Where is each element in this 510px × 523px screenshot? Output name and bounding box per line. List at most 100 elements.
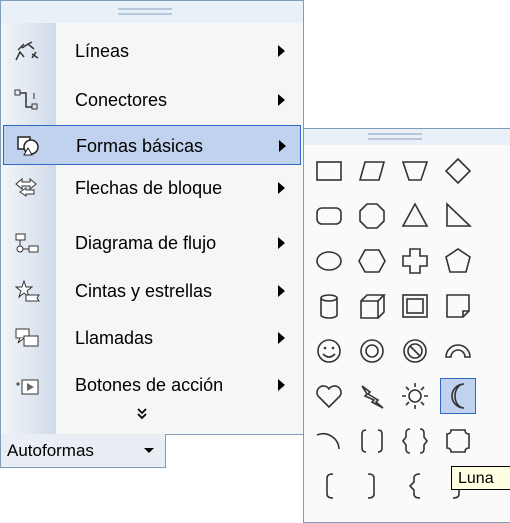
- left-brace-shape-button[interactable]: [397, 468, 433, 504]
- menu-item-label: Diagrama de flujo: [75, 233, 217, 253]
- menu-item-label: Líneas: [75, 41, 130, 61]
- left-brace-icon: [408, 473, 421, 499]
- menu-item-connectors[interactable]: Conectores: [1, 80, 303, 120]
- rectangle-icon: [316, 161, 342, 181]
- oval-shape-button[interactable]: [311, 243, 347, 279]
- expand-chevron-icon[interactable]: [136, 408, 148, 422]
- no-symbol-shape-button[interactable]: [397, 333, 433, 369]
- octagon-shape-button[interactable]: [354, 198, 390, 234]
- submenu-arrow-icon: [278, 237, 285, 249]
- menu-item-label: Formas básicas: [76, 136, 204, 156]
- smiley-face-shape-button[interactable]: [311, 333, 347, 369]
- submenu-arrow-icon: [278, 45, 285, 57]
- rectangle-shape-button[interactable]: [311, 153, 347, 189]
- parallelogram-shape-button[interactable]: [354, 153, 390, 189]
- autoshapes-toolbar-button[interactable]: Autoformas: [0, 434, 166, 468]
- can-shape-button[interactable]: [311, 288, 347, 324]
- basic-shapes-palette: [303, 128, 510, 523]
- lightning-bolt-icon: [361, 385, 384, 409]
- menu-item-callouts[interactable]: Llamadas: [1, 318, 303, 358]
- oval-icon: [316, 251, 342, 271]
- trapezoid-shape-button[interactable]: [397, 153, 433, 189]
- menu-item-label: Conectores: [75, 90, 168, 110]
- menu-item-block-arrows[interactable]: Flechas de bloque: [1, 168, 303, 208]
- right-triangle-shape-button[interactable]: [440, 198, 476, 234]
- cube-icon: [360, 294, 386, 319]
- basic-shapes-icon: [15, 135, 41, 157]
- block-arc-shape-button[interactable]: [440, 333, 476, 369]
- dropdown-arrow-icon: [144, 448, 154, 453]
- cube-shape-button[interactable]: [354, 288, 390, 324]
- submenu-arrow-icon: [278, 332, 285, 344]
- right-triangle-icon: [446, 202, 472, 227]
- connectors-icon: [14, 89, 40, 111]
- pentagon-shape-button[interactable]: [440, 243, 476, 279]
- hexagon-shape-button[interactable]: [354, 243, 390, 279]
- bevel-icon: [402, 294, 428, 318]
- lines-icon: [14, 40, 40, 62]
- palette-drag-handle[interactable]: [304, 129, 510, 145]
- callouts-icon: [14, 327, 40, 349]
- flowchart-icon: [14, 232, 40, 254]
- trapezoid-icon: [401, 161, 429, 181]
- menu-item-stars-banners[interactable]: Cintas y estrellas: [1, 271, 303, 311]
- left-bracket-icon: [326, 473, 334, 499]
- menu-item-flowchart[interactable]: Diagrama de flujo: [1, 223, 303, 263]
- heart-icon: [316, 385, 342, 409]
- parallelogram-icon: [358, 161, 386, 181]
- submenu-arrow-icon: [278, 379, 285, 391]
- left-bracket-shape-button[interactable]: [311, 468, 347, 504]
- menu-item-label: Cintas y estrellas: [75, 281, 213, 301]
- menu-item-action-buttons[interactable]: Botones de acción: [1, 365, 303, 405]
- submenu-arrow-icon: [279, 140, 286, 152]
- hexagon-icon: [358, 249, 386, 273]
- diamond-shape-button[interactable]: [440, 153, 476, 189]
- cross-shape-button[interactable]: [397, 243, 433, 279]
- action-buttons-icon: [14, 374, 40, 396]
- menu-item-label: Flechas de bloque: [75, 178, 223, 198]
- submenu-arrow-icon: [278, 182, 285, 194]
- sun-shape-button[interactable]: [397, 378, 433, 414]
- sun-icon: [402, 383, 428, 409]
- moon-shape-button[interactable]: [440, 378, 476, 414]
- right-bracket-icon: [367, 473, 375, 499]
- bevel-shape-button[interactable]: [397, 288, 433, 324]
- block-arrows-icon: [14, 177, 40, 199]
- lightning-bolt-shape-button[interactable]: [354, 378, 390, 414]
- rounded-rectangle-icon: [316, 207, 342, 225]
- right-bracket-shape-button[interactable]: [354, 468, 390, 504]
- tooltip-label: Luna: [458, 470, 494, 487]
- octagon-icon: [359, 203, 385, 229]
- submenu-arrow-icon: [278, 94, 285, 106]
- plaque-icon: [446, 429, 470, 453]
- arc-icon: [316, 433, 340, 450]
- pentagon-icon: [445, 248, 471, 273]
- menu-item-label: Botones de acción: [75, 375, 224, 395]
- donut-shape-button[interactable]: [354, 333, 390, 369]
- menu-item-basic-shapes[interactable]: Formas básicas: [3, 125, 301, 165]
- double-bracket-shape-button[interactable]: [354, 423, 390, 459]
- submenu-arrow-icon: [278, 285, 285, 297]
- double-bracket-icon: [361, 429, 383, 453]
- can-icon: [320, 294, 338, 319]
- arc-shape-button[interactable]: [311, 423, 347, 459]
- menu-item-label: Llamadas: [75, 328, 154, 348]
- isosceles-triangle-shape-button[interactable]: [397, 198, 433, 234]
- plaque-shape-button[interactable]: [440, 423, 476, 459]
- folded-corner-icon: [446, 294, 470, 318]
- rounded-rectangle-shape-button[interactable]: [311, 198, 347, 234]
- folded-corner-shape-button[interactable]: [440, 288, 476, 324]
- double-brace-icon: [402, 428, 428, 454]
- donut-icon: [360, 339, 384, 363]
- heart-shape-button[interactable]: [311, 378, 347, 414]
- isosceles-triangle-icon: [401, 202, 429, 227]
- menu-drag-handle[interactable]: [1, 1, 303, 23]
- autoshapes-menu: Líneas Conectores Formas básicas Flechas…: [0, 0, 304, 435]
- tooltip: Luna: [451, 466, 510, 490]
- stars-banners-icon: [14, 279, 40, 302]
- double-brace-shape-button[interactable]: [397, 423, 433, 459]
- moon-icon: [451, 383, 465, 409]
- toolbar-button-label: Autoformas: [7, 441, 94, 460]
- menu-item-lines[interactable]: Líneas: [1, 31, 303, 71]
- block-arc-icon: [445, 344, 471, 358]
